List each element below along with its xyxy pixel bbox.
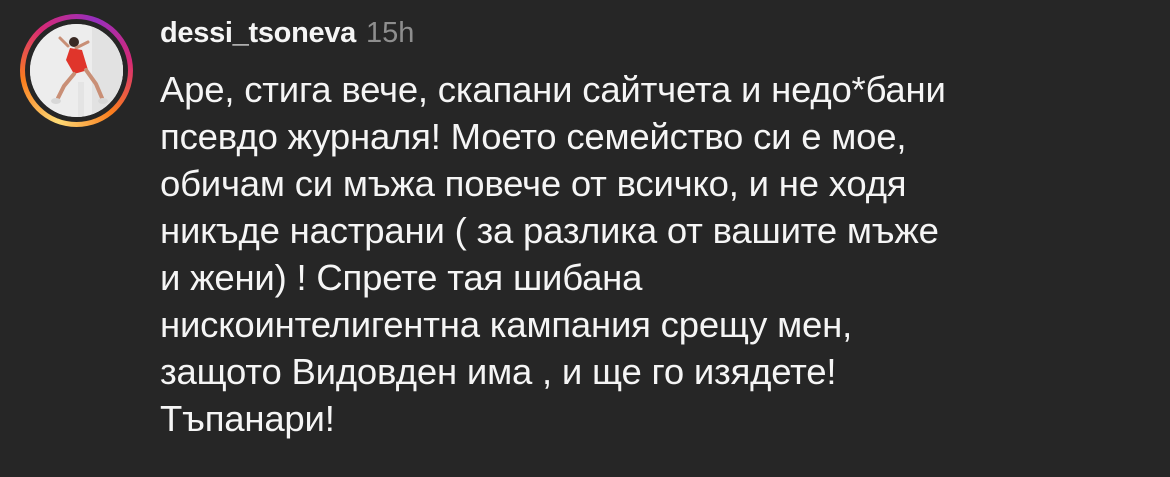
story-ring[interactable]	[20, 14, 133, 127]
comment-header: dessi_tsoneva 15h	[160, 17, 414, 53]
avatar[interactable]	[30, 24, 123, 117]
comment-timestamp: 15h	[366, 17, 415, 49]
user-avatar-photo-icon	[30, 24, 123, 117]
username-link[interactable]: dessi_tsoneva	[160, 17, 356, 50]
comment-text: Аре, стига вече, скапани сайтчета и недо…	[160, 69, 946, 439]
comment: dessi_tsoneva 15h Аре, стига вече, скапа…	[0, 0, 1170, 477]
